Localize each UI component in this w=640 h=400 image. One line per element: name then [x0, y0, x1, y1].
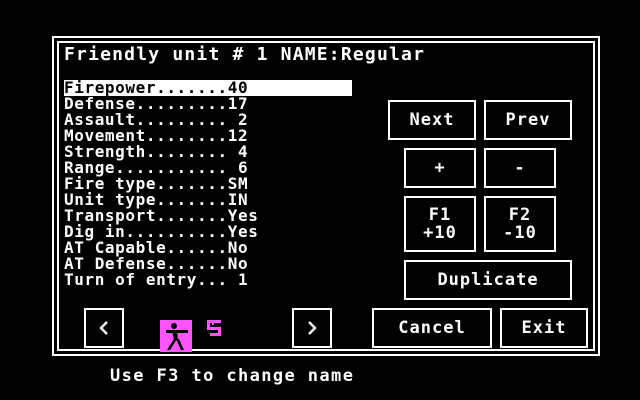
- chevron-right-icon: [308, 321, 317, 335]
- dialog-title: Friendly unit # 1 NAME:Regular: [64, 44, 426, 65]
- infantry-soldier-icon: [160, 320, 192, 352]
- stats-list: Firepower.......40 Defense.........17 As…: [64, 80, 352, 288]
- previous-unit-button[interactable]: [84, 308, 124, 348]
- prev-button[interactable]: Prev: [484, 100, 572, 140]
- status-hint: Use F3 to change name: [110, 366, 355, 386]
- stat-row-turn-of-entry[interactable]: Turn of entry... 1: [64, 272, 352, 288]
- next-button[interactable]: Next: [388, 100, 476, 140]
- unit-marker-icon: [205, 318, 225, 342]
- decrement-button[interactable]: -: [484, 148, 556, 188]
- duplicate-button[interactable]: Duplicate: [404, 260, 572, 300]
- chevron-left-icon: [99, 321, 108, 335]
- exit-button[interactable]: Exit: [500, 308, 588, 348]
- next-unit-button[interactable]: [292, 308, 332, 348]
- cancel-button[interactable]: Cancel: [372, 308, 492, 348]
- minus-ten-button[interactable]: F2 -10: [484, 196, 556, 252]
- increment-button[interactable]: +: [404, 148, 476, 188]
- plus-ten-button[interactable]: F1 +10: [404, 196, 476, 252]
